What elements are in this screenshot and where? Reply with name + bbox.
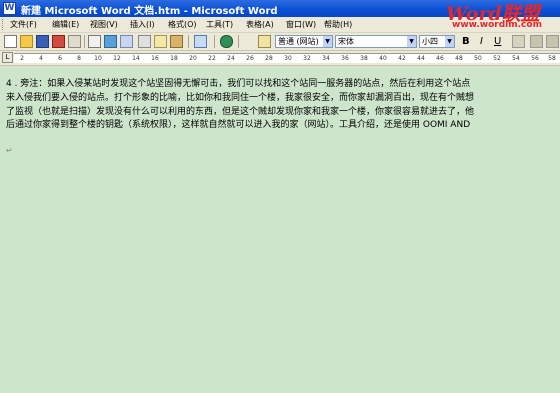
document-line[interactable]: 后通过你家得到整个楼的钥匙（系统权限），这样就自然就可以进入我的家（网站）。工具… — [6, 119, 560, 133]
ruler-tick: 20 — [189, 55, 197, 62]
new-document-icon[interactable] — [4, 35, 17, 48]
ruler-tick: 24 — [227, 55, 235, 62]
document-line[interactable]: 来入侵我们要入侵的站点。打个形象的比喻，比如你和我同住一个楼，我家很安全，而你家… — [6, 92, 560, 106]
toolbar: 普通 (网站) ▼ 宋体 ▼ 小四 ▼ B I U — [0, 33, 560, 51]
menu-window[interactable]: 窗口(W) — [286, 19, 316, 30]
paragraph-mark-icon: ↵ — [6, 146, 13, 155]
ruler-tick: 26 — [246, 55, 254, 62]
ruler-tick: 34 — [322, 55, 330, 62]
toolbar-separator — [188, 35, 189, 48]
align-center-icon[interactable] — [546, 35, 559, 48]
document-area[interactable]: 4 . 旁注：如果入侵某站时发现这个站坚固得无懈可击，我们可以找和这个站同一服务… — [0, 66, 560, 393]
window-title: 新建 Microsoft Word 文档.htm - Microsoft Wor… — [21, 6, 278, 17]
ruler-tick: 8 — [77, 55, 81, 62]
toolbar-separator — [238, 35, 239, 48]
ruler-strip[interactable]: 2 4 6 8 10 12 14 16 18 20 22 24 26 28 30… — [14, 53, 560, 63]
ruler-tick: 44 — [417, 55, 425, 62]
paste-icon[interactable] — [170, 35, 183, 48]
ruler-tick: 52 — [493, 55, 501, 62]
ruler-tick: 2 — [20, 55, 24, 62]
word-union-logo: Word联盟 www.wordlm.com — [432, 0, 560, 33]
tab-stop-icon[interactable]: L — [2, 52, 13, 63]
print-preview-icon[interactable] — [88, 35, 101, 48]
menu-grip[interactable] — [2, 19, 6, 30]
ruler-tick: 54 — [512, 55, 520, 62]
chevron-down-icon[interactable]: ▼ — [445, 36, 454, 47]
ruler-tick: 56 — [531, 55, 539, 62]
font-size-select[interactable]: 小四 ▼ — [419, 35, 455, 48]
hyperlink-icon[interactable] — [220, 35, 233, 48]
ruler-tick: 14 — [132, 55, 140, 62]
italic-button[interactable]: I — [480, 35, 483, 48]
logo-url: www.wordlm.com — [452, 20, 542, 30]
font-select-value: 宋体 — [338, 37, 354, 46]
word-app-icon[interactable]: W — [3, 2, 16, 15]
ruler-tick: 42 — [398, 55, 406, 62]
ruler-tick: 30 — [284, 55, 292, 62]
open-folder-icon[interactable] — [20, 35, 33, 48]
ruler-tick: 18 — [170, 55, 178, 62]
ruler-tick: 36 — [341, 55, 349, 62]
save-icon[interactable] — [36, 35, 49, 48]
chevron-down-icon[interactable]: ▼ — [323, 36, 332, 47]
ruler-tick: 58 — [548, 55, 556, 62]
cut-icon[interactable] — [138, 35, 151, 48]
align-left-icon[interactable] — [530, 35, 543, 48]
document-line[interactable]: 了监视（也就是扫描）发现没有什么可以利用的东西，但是这个贼却发现你家和我家一个楼… — [6, 106, 560, 120]
menu-insert[interactable]: 插入(I) — [130, 19, 155, 30]
ruler-tick: 28 — [265, 55, 273, 62]
ruler-tick: 10 — [94, 55, 102, 62]
spelling-icon[interactable] — [104, 35, 117, 48]
chevron-down-icon[interactable]: ▼ — [407, 36, 416, 47]
ruler-tick: 4 — [39, 55, 43, 62]
menu-tools[interactable]: 工具(T) — [206, 19, 233, 30]
underline-button[interactable]: U — [494, 35, 501, 48]
ruler-tick: 50 — [474, 55, 482, 62]
toolbar-separator — [214, 35, 215, 48]
ruler-tick: 32 — [303, 55, 311, 62]
ruler-tick: 12 — [113, 55, 121, 62]
toolbar-separator — [84, 35, 85, 48]
menu-view[interactable]: 视图(V) — [90, 19, 118, 30]
ruler-tick: 48 — [455, 55, 463, 62]
menu-file[interactable]: 文件(F) — [10, 19, 37, 30]
copy-icon[interactable] — [154, 35, 167, 48]
document-line[interactable]: 4 . 旁注：如果入侵某站时发现这个站坚固得无懈可击，我们可以找和这个站同一服务… — [6, 78, 560, 92]
menu-format[interactable]: 格式(O) — [168, 19, 197, 30]
ruler-tick: 22 — [208, 55, 216, 62]
ruler-tick: 46 — [436, 55, 444, 62]
ruler-tick: 6 — [58, 55, 62, 62]
font-size-select-value: 小四 — [422, 37, 438, 46]
ruler-tick: 40 — [379, 55, 387, 62]
document-text[interactable]: 4 . 旁注：如果入侵某站时发现这个站坚固得无懈可击，我们可以找和这个站同一服务… — [6, 78, 560, 133]
underline-style-icon[interactable] — [512, 35, 525, 48]
print-icon[interactable] — [68, 35, 81, 48]
permission-icon[interactable] — [52, 35, 65, 48]
undo-icon[interactable] — [194, 35, 207, 48]
bold-button[interactable]: B — [462, 35, 470, 48]
menu-table[interactable]: 表格(A) — [246, 19, 274, 30]
menu-help[interactable]: 帮助(H) — [324, 19, 352, 30]
menu-edit[interactable]: 编辑(E) — [52, 19, 79, 30]
styles-icon[interactable] — [258, 35, 271, 48]
research-icon[interactable] — [120, 35, 133, 48]
ruler-tick: 38 — [360, 55, 368, 62]
style-select-value: 普通 (网站) — [278, 37, 319, 46]
style-select[interactable]: 普通 (网站) ▼ — [275, 35, 333, 48]
ruler: L 2 4 6 8 10 12 14 16 18 20 22 24 26 28 … — [0, 51, 560, 66]
font-select[interactable]: 宋体 ▼ — [335, 35, 417, 48]
ruler-tick: 16 — [151, 55, 159, 62]
